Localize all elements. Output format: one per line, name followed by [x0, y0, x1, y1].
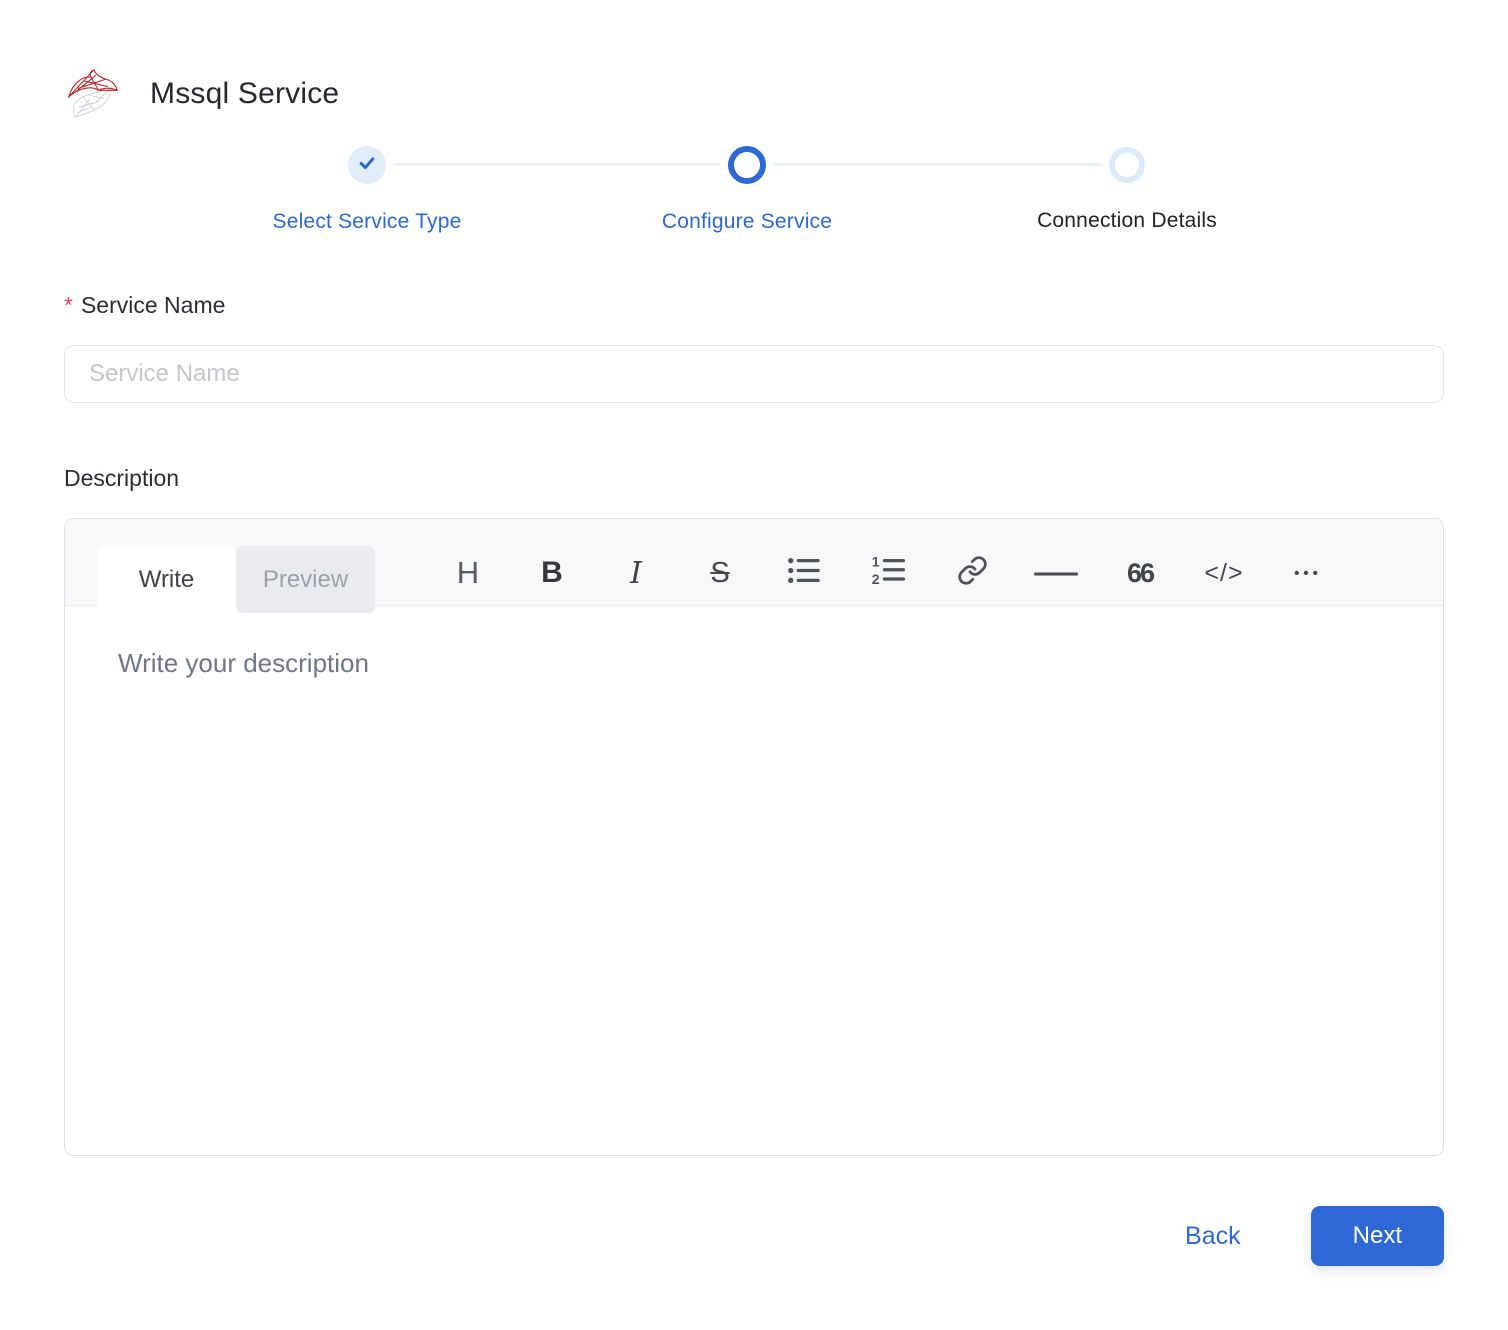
horizontal-rule-icon: —: [1034, 556, 1078, 589]
check-icon: [357, 153, 377, 178]
tab-preview[interactable]: Preview: [236, 546, 375, 613]
step-connection-details[interactable]: Connection Details: [773, 146, 1317, 234]
svg-text:1: 1: [872, 555, 880, 569]
editor-toolbar-buttons: H B I S 1 2 — 66 </> •••: [448, 545, 1328, 601]
heading-button[interactable]: H: [448, 550, 488, 596]
italic-icon: I: [630, 555, 642, 591]
code-icon: </>: [1204, 558, 1244, 587]
page-title: Mssql Service: [150, 77, 340, 110]
ordered-list-icon: 1 2: [871, 553, 906, 591]
heading-icon: H: [456, 555, 480, 590]
next-button[interactable]: Next: [1310, 1206, 1444, 1266]
back-button[interactable]: Back: [1185, 1222, 1241, 1251]
unordered-list-button[interactable]: [784, 550, 824, 596]
link-icon: [957, 555, 988, 591]
strikethrough-button[interactable]: S: [700, 550, 740, 596]
step-label: Configure Service: [661, 210, 833, 233]
mssql-logo-icon: [64, 68, 120, 120]
step-label: Connection Details: [1037, 209, 1217, 232]
more-button[interactable]: •••: [1288, 550, 1328, 596]
unordered-list-icon: [787, 555, 821, 591]
wizard-stepper: Select Service Type Configure Service Co…: [177, 146, 1317, 234]
more-icon: •••: [1294, 564, 1322, 582]
service-name-input[interactable]: [64, 345, 1444, 403]
bold-icon: B: [541, 556, 563, 589]
step-pending-circle[interactable]: [1109, 147, 1145, 183]
description-label: Description: [64, 465, 180, 491]
quote-icon: 66: [1126, 557, 1155, 588]
step-configure-service[interactable]: Configure Service: [393, 146, 937, 234]
editor-tabs: Write Preview: [97, 546, 375, 613]
service-name-label-text: Service Name: [80, 292, 226, 318]
quote-button[interactable]: 66: [1120, 550, 1160, 596]
strikethrough-icon: S: [710, 556, 730, 589]
description-editor: Write Preview H B I S 1 2 — 66 </> ••• W…: [64, 518, 1444, 1156]
tab-write[interactable]: Write: [97, 546, 236, 613]
horizontal-rule-button[interactable]: —: [1034, 550, 1078, 596]
ordered-list-button[interactable]: 1 2: [868, 550, 908, 596]
description-textarea[interactable]: [65, 606, 1443, 1156]
service-name-label: * Service Name: [64, 292, 1444, 319]
editor-toolbar: Write Preview H B I S 1 2 — 66 </> •••: [65, 519, 1443, 613]
form-actions: Back Next: [64, 1206, 1444, 1266]
code-button[interactable]: </>: [1204, 550, 1244, 596]
page-header: Mssql Service: [64, 68, 1444, 120]
editor-body: [65, 606, 1443, 1156]
configure-service-page: Mssql Service Select Service Type Config…: [0, 0, 1508, 1266]
svg-text:2: 2: [872, 571, 880, 586]
bold-button[interactable]: B: [532, 550, 572, 596]
italic-button[interactable]: I: [616, 550, 656, 596]
step-active-circle[interactable]: [728, 146, 766, 184]
link-button[interactable]: [952, 550, 992, 596]
step-completed-circle[interactable]: [348, 146, 386, 184]
required-marker: *: [64, 292, 73, 318]
step-label: Select Service Type: [272, 210, 462, 233]
step-select-service-type[interactable]: Select Service Type: [177, 146, 557, 234]
